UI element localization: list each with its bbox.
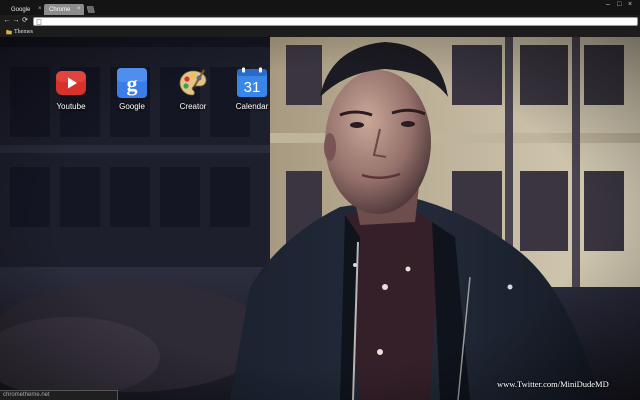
app-label: Google	[119, 102, 145, 111]
status-text: chrometheme.net	[3, 392, 50, 398]
tab-google[interactable]: Google ×	[6, 4, 42, 15]
tab-title: Google	[11, 6, 31, 13]
app-calendar[interactable]: 31 Calendar	[229, 67, 275, 117]
tab-close-icon[interactable]: ×	[38, 6, 42, 13]
reload-button[interactable]: ⟳	[21, 17, 29, 25]
background-photo	[0, 37, 640, 400]
page-icon	[36, 19, 42, 25]
palette-icon	[179, 69, 207, 96]
google-icon: g	[117, 68, 147, 98]
tab-title: Chrome	[49, 6, 71, 13]
app-youtube[interactable]: Youtube	[48, 67, 94, 117]
tab-strip: Google × Chrome × – □ ×	[0, 0, 640, 15]
watermark-text: www.Twitter.com/MiniDudeMD	[497, 379, 609, 389]
app-google[interactable]: g Google	[109, 67, 155, 117]
youtube-icon	[56, 71, 86, 95]
new-tab-page: Youtube g Google Creator 31 Calendar www…	[0, 37, 640, 400]
minimize-button[interactable]: –	[606, 1, 610, 9]
calendar-icon: 31	[237, 67, 267, 97]
tab-chrome[interactable]: Chrome ×	[44, 4, 84, 15]
forward-button[interactable]: →	[12, 17, 20, 25]
folder-icon	[6, 29, 12, 35]
toolbar: ← → ⟳	[0, 15, 640, 27]
app-creator[interactable]: Creator	[170, 67, 216, 117]
back-button[interactable]: ←	[3, 17, 11, 25]
address-input[interactable]	[44, 18, 634, 25]
calendar-day: 31	[244, 79, 261, 96]
app-label: Creator	[179, 102, 207, 111]
app-label: Youtube	[56, 102, 86, 111]
status-bar: chrometheme.net	[0, 390, 118, 400]
new-tab-icon	[86, 6, 95, 13]
omnibox[interactable]	[33, 17, 638, 26]
new-tab-button[interactable]	[86, 6, 95, 13]
close-window-button[interactable]: ×	[628, 1, 632, 9]
bookmarks-bar: Themes	[0, 27, 640, 37]
app-label: Calendar	[235, 102, 269, 111]
maximize-button[interactable]: □	[617, 1, 621, 9]
svg-text:g: g	[127, 71, 138, 96]
bookmark-label: Themes	[14, 29, 33, 35]
tab-close-icon[interactable]: ×	[77, 6, 81, 13]
bookmark-themes[interactable]: Themes	[6, 28, 33, 36]
